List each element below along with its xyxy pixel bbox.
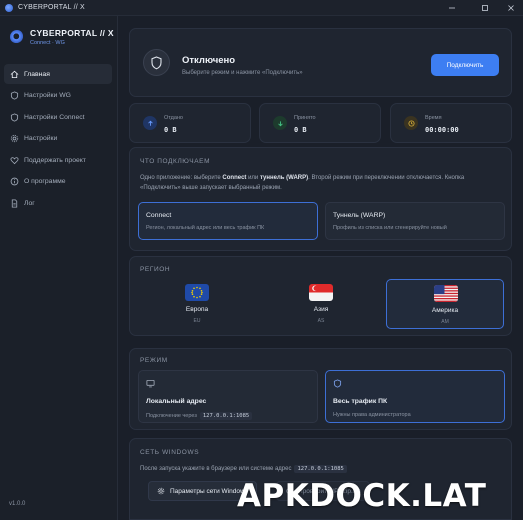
stat-received-card: Принято 0 B <box>259 103 381 143</box>
close-icon[interactable] <box>499 0 523 16</box>
region-code: EU <box>193 318 201 324</box>
stat-time-card: Время 00:00:00 <box>390 103 512 143</box>
document-icon <box>10 198 19 208</box>
option-tunnel-warp[interactable]: Туннель (WARP) Профиль из списка или сге… <box>325 202 505 240</box>
brand: CYBERPORTAL // X Connect · WG <box>10 28 114 46</box>
brand-name: CYBERPORTAL // X <box>30 28 114 38</box>
region-asia[interactable]: Азия AS <box>262 279 380 329</box>
heart-icon <box>10 156 19 165</box>
option-subtitle: Регион, локальный адрес или весь трафик … <box>146 225 265 231</box>
option-title: Connect <box>146 212 172 219</box>
section-title: ЧТО ПОДКЛЮЧАЕМ <box>140 158 211 165</box>
sidebar-item-connect-settings[interactable]: Настройки Connect <box>4 107 112 127</box>
stat-value: 0 B <box>164 126 177 134</box>
mode-subtitle: Нужны права администратора <box>333 412 411 418</box>
local-address-code: 127.0.0.1:1085 <box>199 412 253 420</box>
desc-text: Одно приложение: выберите <box>140 175 223 181</box>
sidebar-item-label: Настройки WG <box>24 92 71 99</box>
shield-icon <box>333 379 342 388</box>
eu-flag-icon <box>185 284 209 301</box>
sidebar-item-support[interactable]: Поддержать проект <box>4 150 112 170</box>
sidebar-item-label: Главная <box>24 70 50 78</box>
region-code: AM <box>441 319 449 325</box>
sidebar-item-label: Лог <box>24 199 35 207</box>
gear-icon <box>10 134 19 143</box>
mode-all-traffic[interactable]: Весь трафик ПК Нужны права администратор… <box>325 370 505 423</box>
stat-value: 00:00:00 <box>425 126 459 134</box>
region-code: AS <box>317 318 325 324</box>
window-title: CYBERPORTAL // X <box>18 4 85 11</box>
sidebar-item-home[interactable]: Главная <box>4 64 112 84</box>
brand-logo-icon <box>10 30 24 44</box>
region-america[interactable]: Америка AM <box>386 279 504 329</box>
stat-label: Отдано <box>164 115 183 121</box>
download-arrow-icon <box>273 116 287 130</box>
mode-card: РЕЖИМ Локальный адрес Подключение через 1… <box>129 348 512 430</box>
stat-label: Время <box>425 115 442 121</box>
mode-subtitle-text: Подключение через <box>146 413 197 419</box>
desc-connect: Connect <box>222 175 247 181</box>
sidebar-nav: Главная Настройки WG Настройки Connect Н… <box>4 64 112 215</box>
stat-sent-card: Отдано 0 B <box>129 103 251 143</box>
connect-button[interactable]: Подключить <box>431 54 499 76</box>
stat-label: Принято <box>294 115 316 121</box>
sidebar-item-label: Поддержать проект <box>24 156 86 164</box>
connection-status-card: Отключено Выберите режим и нажмите «Подк… <box>129 28 512 97</box>
section-title: СЕТЬ WINDOWS <box>140 449 200 456</box>
option-subtitle: Профиль из списка или сгенерируйте новый <box>333 225 447 231</box>
sidebar-item-log[interactable]: Лог <box>4 193 112 213</box>
region-name: Азия <box>313 306 329 313</box>
network-text: После запуска укажите в браузере или сис… <box>140 466 292 472</box>
sidebar-item-wg-settings[interactable]: Настройки WG <box>4 86 112 106</box>
network-instructions: После запуска укажите в браузере или сис… <box>140 465 347 473</box>
mode-title: Весь трафик ПК <box>333 398 388 405</box>
status-subtitle: Выберите режим и нажмите «Подключить» <box>182 70 303 76</box>
clock-icon <box>404 116 418 130</box>
section-title: РЕГИОН <box>140 266 171 273</box>
main-content: Отключено Выберите режим и нажмите «Подк… <box>119 16 523 520</box>
mode-local-address[interactable]: Локальный адрес Подключение через 127.0.0… <box>138 370 318 423</box>
sidebar-item-label: Настройки <box>24 135 58 142</box>
sidebar-item-about[interactable]: О программе <box>4 172 112 192</box>
minimize-icon[interactable] <box>440 0 464 16</box>
what-description: Одно приложение: выберите Connect или ту… <box>140 173 500 193</box>
upload-arrow-icon <box>143 116 157 130</box>
info-icon <box>10 177 19 186</box>
desc-tunnel: туннель (WARP) <box>259 175 309 181</box>
app-version: v1.0.0 <box>9 501 26 507</box>
singapore-flag-icon <box>309 284 333 301</box>
sidebar-item-label: О программе <box>24 178 66 185</box>
status-title: Отключено <box>182 55 236 66</box>
shield-icon <box>143 49 170 76</box>
proxy-address-code: 127.0.0.1:1085 <box>294 465 347 473</box>
mode-title: Локальный адрес <box>146 398 207 405</box>
option-title: Туннель (WARP) <box>333 212 386 219</box>
watermark-text: APKDOCK.LAT <box>237 478 487 514</box>
stat-value: 0 B <box>294 126 307 134</box>
mode-subtitle: Подключение через 127.0.0.1:1085 <box>146 412 253 420</box>
window-titlebar: CYBERPORTAL // X <box>0 0 523 16</box>
home-icon <box>10 70 19 79</box>
shield-icon <box>10 91 19 100</box>
section-title: РЕЖИМ <box>140 357 168 364</box>
maximize-icon[interactable] <box>473 0 497 16</box>
region-card: РЕГИОН Европа EU Азия AS Америка AM <box>129 256 512 336</box>
usa-flag-icon <box>434 285 458 302</box>
region-name: Америка <box>431 307 459 314</box>
shield-icon <box>10 112 19 122</box>
option-connect[interactable]: Connect Регион, локальный адрес или весь… <box>138 202 318 240</box>
what-to-connect-card: ЧТО ПОДКЛЮЧАЕМ Одно приложение: выберите… <box>129 147 512 251</box>
sidebar-item-label: Настройки Connect <box>24 113 85 121</box>
gear-icon <box>157 487 165 495</box>
monitor-icon <box>146 379 155 388</box>
desc-text: или <box>246 175 260 181</box>
app-logo-icon <box>5 3 13 12</box>
region-europe[interactable]: Европа EU <box>138 279 256 329</box>
brand-subtitle: Connect · WG <box>30 40 65 46</box>
sidebar: CYBERPORTAL // X Connect · WG Главная На… <box>0 16 118 520</box>
sidebar-item-settings[interactable]: Настройки <box>4 129 112 149</box>
region-name: Европа <box>185 306 209 313</box>
